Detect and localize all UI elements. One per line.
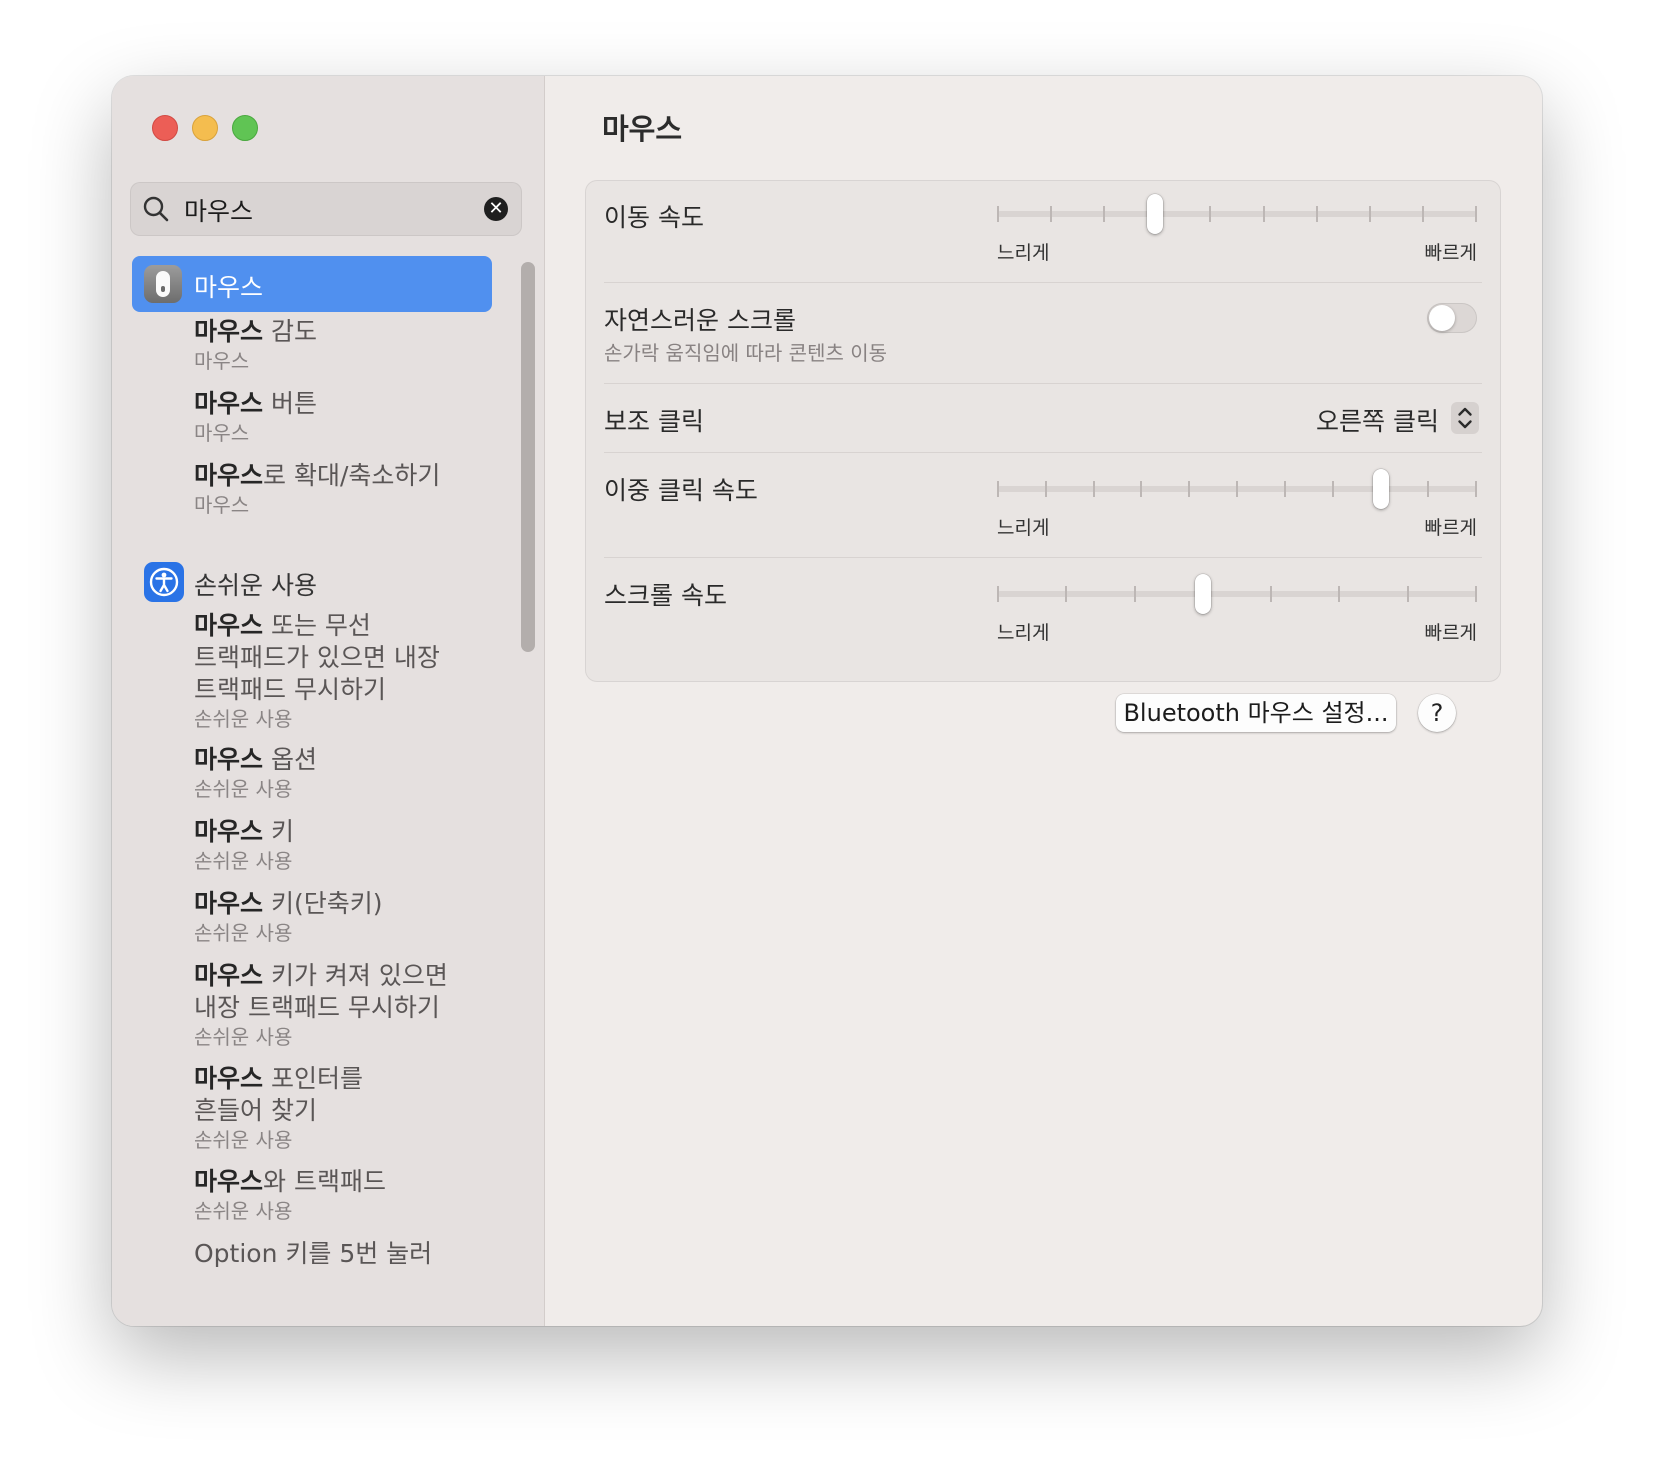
result-shake-to-locate[interactable]: 마우스 포인터를 흔들어 찾기 손쉬운 사용 xyxy=(194,1063,524,1153)
row-double-click-speed: 이중 클릭 속도 느리게 빠르게 xyxy=(585,453,1501,557)
fast-label: 빠르게 xyxy=(1424,242,1477,264)
row-tracking-speed: 이동 속도 느리게 빠르게 xyxy=(585,180,1501,282)
double-click-speed-range: 느리게 빠르게 xyxy=(997,513,1477,539)
slider-knob[interactable] xyxy=(1195,574,1212,614)
tracking-speed-label: 이동 속도 xyxy=(604,203,704,232)
slider-tick xyxy=(1262,206,1265,222)
slider-tick xyxy=(1133,586,1136,602)
mouse-app-icon xyxy=(144,265,182,303)
slider-tick xyxy=(1050,206,1053,222)
slider-tick xyxy=(997,586,999,602)
result-category: 손쉬운 사용 xyxy=(194,921,293,945)
row-natural-scroll: 자연스러운 스크롤 손가락 움직임에 따라 콘텐츠 이동 xyxy=(585,283,1501,383)
slider-tick xyxy=(1475,586,1477,602)
result-category: 손쉬운 사용 xyxy=(194,707,293,731)
settings-window: ✕ 마우스 마우스 감도 마우스 마우스 버튼 마우스 마우스로 확대/축소하기… xyxy=(112,76,1542,1326)
result-mouse-keys[interactable]: 마우스 키 손쉬운 사용 xyxy=(194,816,524,874)
tracking-speed-range: 느리게 빠르게 xyxy=(997,238,1477,264)
natural-scroll-description: 손가락 움직임에 따라 콘텐츠 이동 xyxy=(604,341,888,365)
result-category: 손쉬운 사용 xyxy=(194,1025,293,1049)
slow-label: 느리게 xyxy=(997,242,1050,264)
accessibility-icon xyxy=(144,562,184,602)
result-category: 마우스 xyxy=(194,349,250,373)
page-title: 마우스 xyxy=(602,112,683,146)
search-input[interactable] xyxy=(182,190,466,230)
search-field[interactable]: ✕ xyxy=(130,182,522,236)
result-category: 손쉬운 사용 xyxy=(194,1128,293,1152)
bluetooth-mouse-setup-button[interactable]: Bluetooth 마우스 설정... xyxy=(1116,694,1396,732)
fast-label: 빠르게 xyxy=(1424,517,1477,539)
zoom-window-button[interactable] xyxy=(232,115,258,141)
settings-card: 이동 속도 느리게 빠르게 자연스러운 스크롤 손가락 움직임에 따라 콘텐츠 … xyxy=(585,180,1501,682)
result-category: 손쉬운 사용 xyxy=(194,1199,293,1223)
double-click-speed-slider[interactable] xyxy=(997,469,1477,509)
result-mouse-keys-shortcut[interactable]: 마우스 키(단축키) 손쉬운 사용 xyxy=(194,888,524,946)
slider-knob[interactable] xyxy=(1147,194,1164,234)
slider-tick xyxy=(1236,481,1238,497)
slider-tick xyxy=(1406,586,1409,602)
minimize-window-button[interactable] xyxy=(192,115,218,141)
secondary-click-value: 오른쪽 클릭 xyxy=(1316,407,1439,436)
chevron-up-down-icon xyxy=(1451,402,1479,434)
slider-tick xyxy=(1331,481,1334,497)
sidebar-scrollbar[interactable] xyxy=(521,262,535,652)
double-click-speed-label: 이중 클릭 속도 xyxy=(604,476,758,505)
slow-label: 느리게 xyxy=(997,517,1050,539)
scroll-speed-range: 느리게 빠르게 xyxy=(997,618,1477,644)
row-scroll-speed: 스크롤 속도 느리게 빠르게 xyxy=(585,558,1501,682)
slider-tick xyxy=(1103,206,1106,222)
result-ignore-trackpad[interactable]: 마우스 또는 무선 트랙패드가 있으면 내장 트랙패드 무시하기 손쉬운 사용 xyxy=(194,610,524,732)
result-category: 마우스 xyxy=(194,493,250,517)
slider-tick xyxy=(1427,481,1430,497)
result-option-key-5-times[interactable]: Option 키를 5번 눌러 xyxy=(194,1238,524,1270)
slider-tick xyxy=(1140,481,1143,497)
main-pane: 마우스 이동 속도 느리게 빠르게 자연스러운 스크롤 손가락 움직임에 따라 … xyxy=(545,76,1542,1326)
slider-tick xyxy=(1209,206,1212,222)
sidebar-item-label: 마우스 xyxy=(194,273,264,302)
secondary-click-popup[interactable]: 오른쪽 클릭 xyxy=(1279,402,1479,436)
scroll-speed-slider[interactable] xyxy=(997,574,1477,614)
slider-tick xyxy=(1044,481,1047,497)
slider-tick xyxy=(1475,481,1477,497)
slider-tick xyxy=(997,481,999,497)
tracking-speed-slider[interactable] xyxy=(997,194,1477,234)
sidebar: ✕ 마우스 마우스 감도 마우스 마우스 버튼 마우스 마우스로 확대/축소하기… xyxy=(112,76,545,1326)
secondary-click-label: 보조 클릭 xyxy=(604,407,704,436)
search-icon xyxy=(143,196,169,222)
slider-tick xyxy=(1270,586,1273,602)
scroll-speed-label: 스크롤 속도 xyxy=(604,581,727,610)
result-mouse-keys-ignore-trackpad[interactable]: 마우스 키가 켜져 있으면 내장 트랙패드 무시하기 손쉬운 사용 xyxy=(194,960,524,1050)
slider-tick xyxy=(1475,206,1477,222)
group-title: 손쉬운 사용 xyxy=(194,571,317,600)
result-mouse-options[interactable]: 마우스 옵션 손쉬운 사용 xyxy=(194,744,524,802)
result-category: 마우스 xyxy=(194,421,250,445)
slider-tick xyxy=(1188,481,1191,497)
natural-scroll-label: 자연스러운 스크롤 xyxy=(604,306,796,335)
slider-tick xyxy=(1421,206,1424,222)
natural-scroll-toggle[interactable] xyxy=(1427,303,1477,333)
slider-tick xyxy=(1368,206,1371,222)
slider-tick xyxy=(1315,206,1318,222)
slider-tick xyxy=(1283,481,1286,497)
slider-knob[interactable] xyxy=(1373,469,1389,509)
sidebar-item-mouse[interactable]: 마우스 xyxy=(132,256,492,312)
slider-tick xyxy=(1338,586,1341,602)
result-mouse-sensitivity[interactable]: 마우스 감도 마우스 xyxy=(194,316,524,374)
result-mouse-zoom[interactable]: 마우스로 확대/축소하기 마우스 xyxy=(194,460,524,518)
result-category: 손쉬운 사용 xyxy=(194,849,293,873)
close-window-button[interactable] xyxy=(152,115,178,141)
slow-label: 느리게 xyxy=(997,622,1050,644)
fast-label: 빠르게 xyxy=(1424,622,1477,644)
slider-tick xyxy=(1065,586,1068,602)
result-category: 손쉬운 사용 xyxy=(194,777,293,801)
row-secondary-click: 보조 클릭 오른쪽 클릭 xyxy=(585,384,1501,452)
slider-tick xyxy=(1092,481,1095,497)
result-mouse-and-trackpad[interactable]: 마우스와 트랙패드 손쉬운 사용 xyxy=(194,1166,524,1224)
result-mouse-buttons[interactable]: 마우스 버튼 마우스 xyxy=(194,388,524,446)
clear-search-icon[interactable]: ✕ xyxy=(484,197,508,221)
help-button[interactable]: ? xyxy=(1418,694,1456,732)
slider-tick xyxy=(997,206,999,222)
